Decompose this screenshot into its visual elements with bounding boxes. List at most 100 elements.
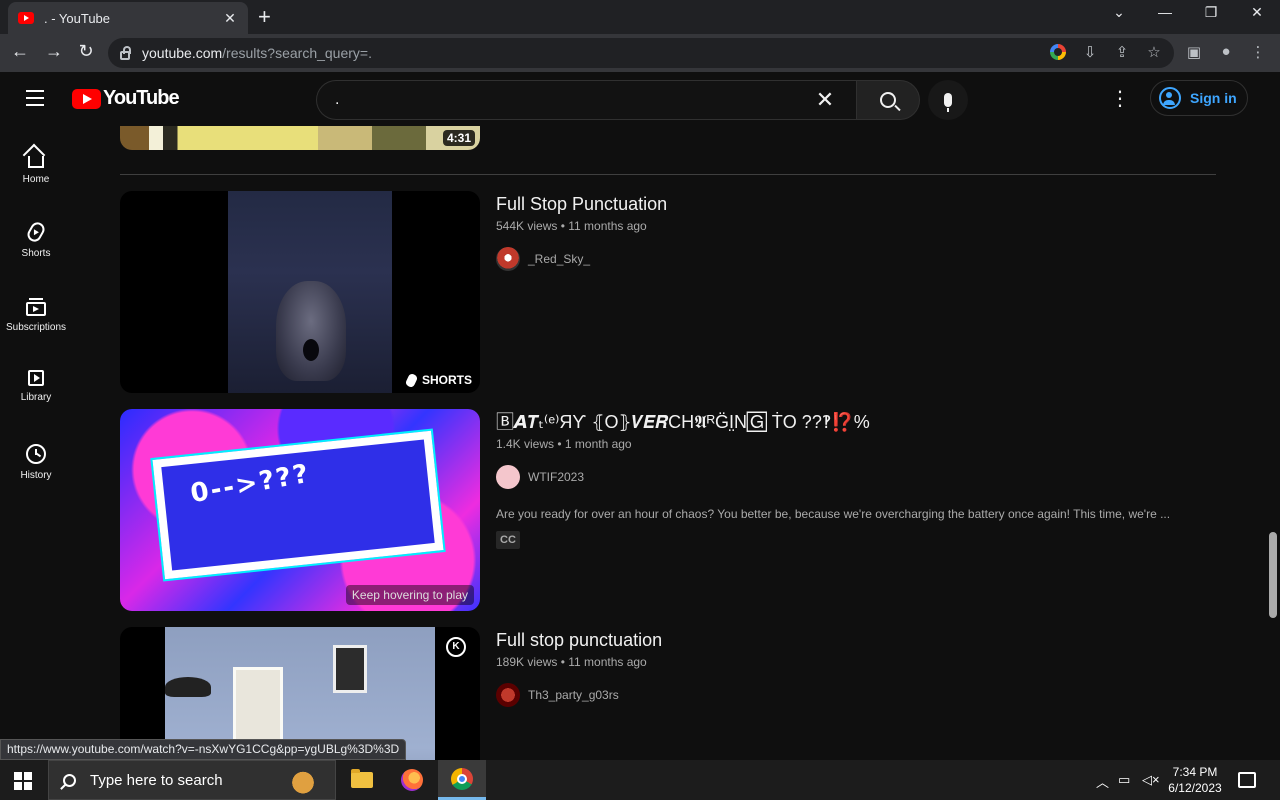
tray-chevron-icon[interactable]: ︿ bbox=[1096, 772, 1109, 791]
search-highlight-cat-icon bbox=[287, 765, 319, 797]
guide-item-home[interactable]: Home bbox=[0, 126, 72, 200]
channel-avatar[interactable] bbox=[496, 465, 520, 489]
previous-video-thumbnail[interactable]: 4:31 bbox=[120, 126, 480, 150]
video-meta: Full stop punctuation 189K views • 11 mo… bbox=[496, 627, 1216, 707]
shorts-badge-label: SHORTS bbox=[421, 373, 472, 387]
firefox-icon bbox=[401, 769, 423, 791]
history-icon bbox=[26, 444, 46, 464]
shorts-badge: SHORTS bbox=[404, 372, 472, 388]
channel-name[interactable]: Th3_party_g03rs bbox=[528, 688, 619, 702]
taskbar-search-placeholder: Type here to search bbox=[90, 771, 223, 789]
taskbar-clock[interactable]: 7:34 PM 6/12/2023 bbox=[1160, 764, 1230, 796]
search-icon bbox=[880, 92, 896, 108]
profile-icon[interactable]: ● bbox=[1216, 43, 1236, 60]
guide-label: Home bbox=[22, 174, 50, 185]
close-window-button[interactable]: ✕ bbox=[1242, 4, 1272, 21]
minimize-button[interactable]: — bbox=[1150, 4, 1180, 20]
search-input[interactable]: . ✕ bbox=[316, 80, 856, 120]
clock-date: 6/12/2023 bbox=[1168, 781, 1222, 795]
chrome-icon bbox=[451, 767, 473, 790]
google-lens-icon[interactable] bbox=[1050, 44, 1066, 60]
video-thumbnail[interactable]: SHORTS bbox=[120, 191, 480, 393]
lock-icon[interactable] bbox=[120, 45, 131, 60]
video-meta: 🄱𝘼𝑻ₜ⁽ᵉ⁾ЯƳ ⦃O⦄𝑽𝑬𝑹CH𝕬ᴿG̈I̤N🄶 ṪO ??‽⁉️% 1.4… bbox=[496, 409, 1216, 549]
video-result: SHORTS Full Stop Punctuation 544K views … bbox=[120, 191, 1220, 393]
tab-close-button[interactable]: ✕ bbox=[222, 10, 238, 27]
search-icon bbox=[63, 773, 76, 787]
browser-tab[interactable]: . - YouTube ✕ bbox=[8, 2, 248, 34]
menu-icon[interactable] bbox=[26, 90, 46, 106]
video-description: Are you ready for over an hour of chaos?… bbox=[496, 507, 1171, 521]
mini-guide: Home Shorts Subscriptions Library Histor… bbox=[0, 126, 72, 496]
shorts-icon bbox=[404, 372, 419, 388]
search-query[interactable]: . bbox=[335, 91, 812, 109]
chrome-menu-icon[interactable]: ⋮ bbox=[1248, 43, 1268, 61]
youtube-logo[interactable]: YouTube bbox=[72, 87, 180, 110]
channel-name[interactable]: _Red_Sky_ bbox=[528, 252, 590, 266]
video-title[interactable]: Full Stop Punctuation bbox=[496, 191, 1216, 217]
chrome-button[interactable] bbox=[438, 760, 486, 800]
library-icon bbox=[28, 370, 44, 386]
subscriptions-icon bbox=[26, 298, 46, 316]
windows-start-icon[interactable] bbox=[14, 772, 32, 790]
sign-in-button[interactable]: Sign in bbox=[1150, 80, 1248, 116]
address-bar[interactable]: youtube.com/results?search_query=. bbox=[108, 38, 1174, 68]
page-scrollbar[interactable] bbox=[1266, 126, 1280, 760]
voice-search-button[interactable] bbox=[928, 80, 968, 120]
settings-more-icon[interactable]: ⋮ bbox=[1110, 89, 1130, 109]
restore-button[interactable]: ❐ bbox=[1196, 4, 1226, 21]
video-stats: 189K views • 11 months ago bbox=[496, 655, 647, 669]
scrollbar-thumb[interactable] bbox=[1269, 532, 1277, 618]
channel-info[interactable]: WTIF2023 bbox=[496, 465, 1216, 489]
share-icon[interactable]: ⇪ bbox=[1112, 43, 1132, 61]
network-icon[interactable]: ▭ bbox=[1118, 772, 1130, 788]
guide-item-shorts[interactable]: Shorts bbox=[0, 200, 72, 274]
thumbnail-mouth bbox=[303, 339, 319, 361]
guide-item-history[interactable]: History bbox=[0, 422, 72, 496]
video-result: 0-->??? Keep hovering to play 🄱𝘼𝑻ₜ⁽ᵉ⁾ЯƳ … bbox=[120, 409, 1220, 611]
side-panel-icon[interactable]: ▣ bbox=[1184, 43, 1204, 61]
file-explorer-button[interactable] bbox=[338, 760, 386, 800]
new-tab-button[interactable]: + bbox=[258, 6, 271, 28]
microphone-icon bbox=[944, 93, 952, 112]
taskbar-search-input[interactable]: Type here to search bbox=[48, 760, 336, 800]
channel-name[interactable]: WTIF2023 bbox=[528, 470, 584, 484]
status-bar-url: https://www.youtube.com/watch?v=-nsXwYG1… bbox=[0, 739, 407, 760]
hover-hint: Keep hovering to play bbox=[345, 585, 474, 605]
channel-info[interactable]: _Red_Sky_ bbox=[496, 247, 1216, 271]
reload-button[interactable]: ↻ bbox=[74, 41, 98, 62]
clear-search-icon[interactable]: ✕ bbox=[812, 87, 838, 113]
channel-avatar[interactable] bbox=[496, 247, 520, 271]
folder-icon bbox=[351, 769, 373, 788]
youtube-wordmark: YouTube bbox=[103, 87, 180, 109]
bookmark-star-icon[interactable]: ☆ bbox=[1144, 43, 1164, 61]
guide-item-library[interactable]: Library bbox=[0, 348, 72, 422]
forward-button[interactable]: → bbox=[42, 41, 66, 62]
guide-label: History bbox=[20, 470, 52, 481]
search-results: 4:31 SHORTS Full Stop Punctuation 544K v… bbox=[120, 126, 1220, 760]
back-button[interactable]: ← bbox=[8, 41, 32, 62]
clock-time: 7:34 PM bbox=[1172, 765, 1218, 779]
install-app-icon[interactable]: ⇩ bbox=[1080, 43, 1100, 61]
youtube-masthead: YouTube . ✕ ⋮ Sign in bbox=[0, 72, 1280, 126]
guide-item-subscriptions[interactable]: Subscriptions bbox=[0, 274, 72, 348]
video-meta: Full Stop Punctuation 544K views • 11 mo… bbox=[496, 191, 1216, 271]
duration-badge: 4:31 bbox=[442, 130, 475, 146]
video-title[interactable]: 🄱𝘼𝑻ₜ⁽ᵉ⁾ЯƳ ⦃O⦄𝑽𝑬𝑹CH𝕬ᴿG̈I̤N🄶 ṪO ??‽⁉️% bbox=[496, 409, 1216, 435]
home-icon bbox=[28, 156, 44, 168]
thumbnail-image bbox=[228, 191, 392, 393]
browser-toolbar: ← → ↻ youtube.com/results?search_query=.… bbox=[0, 34, 1280, 72]
volume-muted-icon[interactable]: ◁× bbox=[1142, 772, 1160, 788]
notifications-icon[interactable] bbox=[1238, 772, 1256, 788]
video-stats: 1.4K views • 1 month ago bbox=[496, 437, 632, 451]
video-thumbnail[interactable]: 0-->??? Keep hovering to play bbox=[120, 409, 480, 611]
url-host: youtube.com bbox=[142, 45, 223, 61]
windows-taskbar: Type here to search ︿ ▭ ◁× 7:34 PM 6/12/… bbox=[0, 760, 1280, 800]
channel-info[interactable]: Th3_party_g03rs bbox=[496, 683, 1216, 707]
channel-avatar[interactable] bbox=[496, 683, 520, 707]
section-divider bbox=[120, 174, 1216, 175]
video-title[interactable]: Full stop punctuation bbox=[496, 627, 1216, 653]
tab-search-icon[interactable]: ⌄ bbox=[1104, 4, 1134, 21]
firefox-button[interactable] bbox=[388, 760, 436, 800]
search-button[interactable] bbox=[856, 80, 920, 120]
